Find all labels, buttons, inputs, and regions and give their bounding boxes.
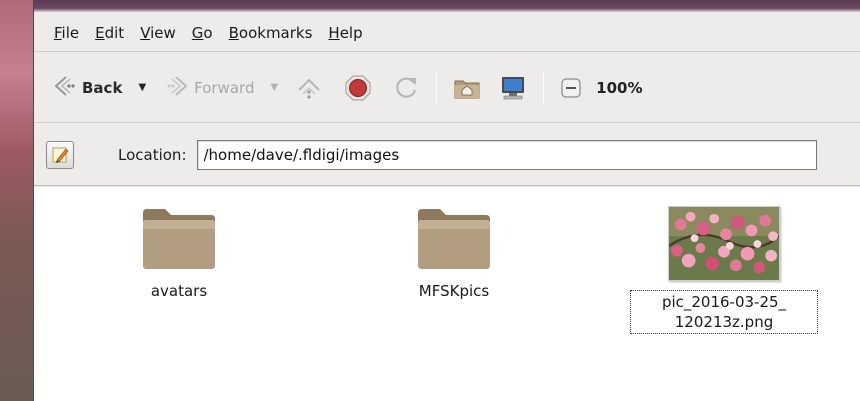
- image-thumbnail: [668, 206, 780, 281]
- home-folder-icon: [454, 80, 480, 98]
- reload-button[interactable]: [390, 68, 424, 108]
- toolbar: Back ▼ Forward ▼ 100%: [34, 53, 860, 123]
- back-history-dropdown-icon[interactable]: ▼: [138, 82, 146, 93]
- stop-button[interactable]: [340, 68, 376, 108]
- location-bar: Location:: [34, 124, 860, 186]
- back-button[interactable]: Back: [48, 68, 126, 108]
- forward-button[interactable]: Forward: [160, 68, 258, 108]
- toolbar-separator: [436, 70, 438, 105]
- file-name-line-1: pic_2016-03-25_: [661, 293, 787, 311]
- zoom-out-icon: [561, 77, 581, 98]
- back-label: Back: [82, 78, 123, 97]
- home-button[interactable]: [449, 68, 485, 108]
- menu-help[interactable]: Help: [328, 24, 362, 42]
- file-view: avatars MFSKpics pic_2016-03-25_ 120213z…: [34, 187, 860, 401]
- folder-icon: [418, 209, 490, 269]
- file-name-line-2: 120213z.png: [674, 313, 774, 331]
- zoom-level[interactable]: 100%: [596, 79, 642, 97]
- desktop-wallpaper: [0, 0, 33, 401]
- location-input[interactable]: [196, 139, 817, 170]
- forward-label: Forward: [194, 78, 255, 97]
- menu-edit[interactable]: Edit: [95, 24, 124, 42]
- file-name: MFSKpics: [418, 282, 490, 300]
- toolbar-separator: [543, 70, 545, 105]
- up-arrow-icon: [298, 78, 320, 99]
- stop-icon: [345, 75, 371, 100]
- file-name: pic_2016-03-25_ 120213z.png: [630, 290, 818, 334]
- up-button[interactable]: [292, 68, 326, 108]
- pencil-note-icon: [52, 147, 69, 163]
- file-browser-window: File Edit View Go Bookmarks Help Back ▼: [33, 0, 860, 401]
- folder-item-mfskpics[interactable]: MFSKpics: [404, 207, 504, 301]
- folder-item-avatars[interactable]: avatars: [134, 207, 224, 301]
- computer-button[interactable]: [495, 68, 531, 108]
- menu-file[interactable]: File: [54, 24, 79, 42]
- forward-history-dropdown-icon[interactable]: ▼: [270, 82, 278, 93]
- forward-arrow-icon: [164, 73, 190, 103]
- menu-view[interactable]: View: [140, 24, 176, 42]
- reload-icon: [396, 77, 417, 98]
- folder-icon: [143, 209, 215, 269]
- menubar: File Edit View Go Bookmarks Help: [34, 14, 860, 52]
- menu-bookmarks[interactable]: Bookmarks: [229, 24, 313, 42]
- location-edit-toggle[interactable]: [46, 140, 74, 169]
- menu-go[interactable]: Go: [192, 24, 213, 42]
- zoom-out-button[interactable]: [556, 68, 586, 108]
- file-name: avatars: [150, 282, 208, 300]
- back-arrow-icon: [52, 73, 78, 103]
- location-label: Location:: [118, 145, 187, 164]
- image-item-pic[interactable]: pic_2016-03-25_ 120213z.png: [626, 187, 822, 334]
- window-title-bar: [34, 0, 860, 12]
- computer-icon: [502, 76, 525, 99]
